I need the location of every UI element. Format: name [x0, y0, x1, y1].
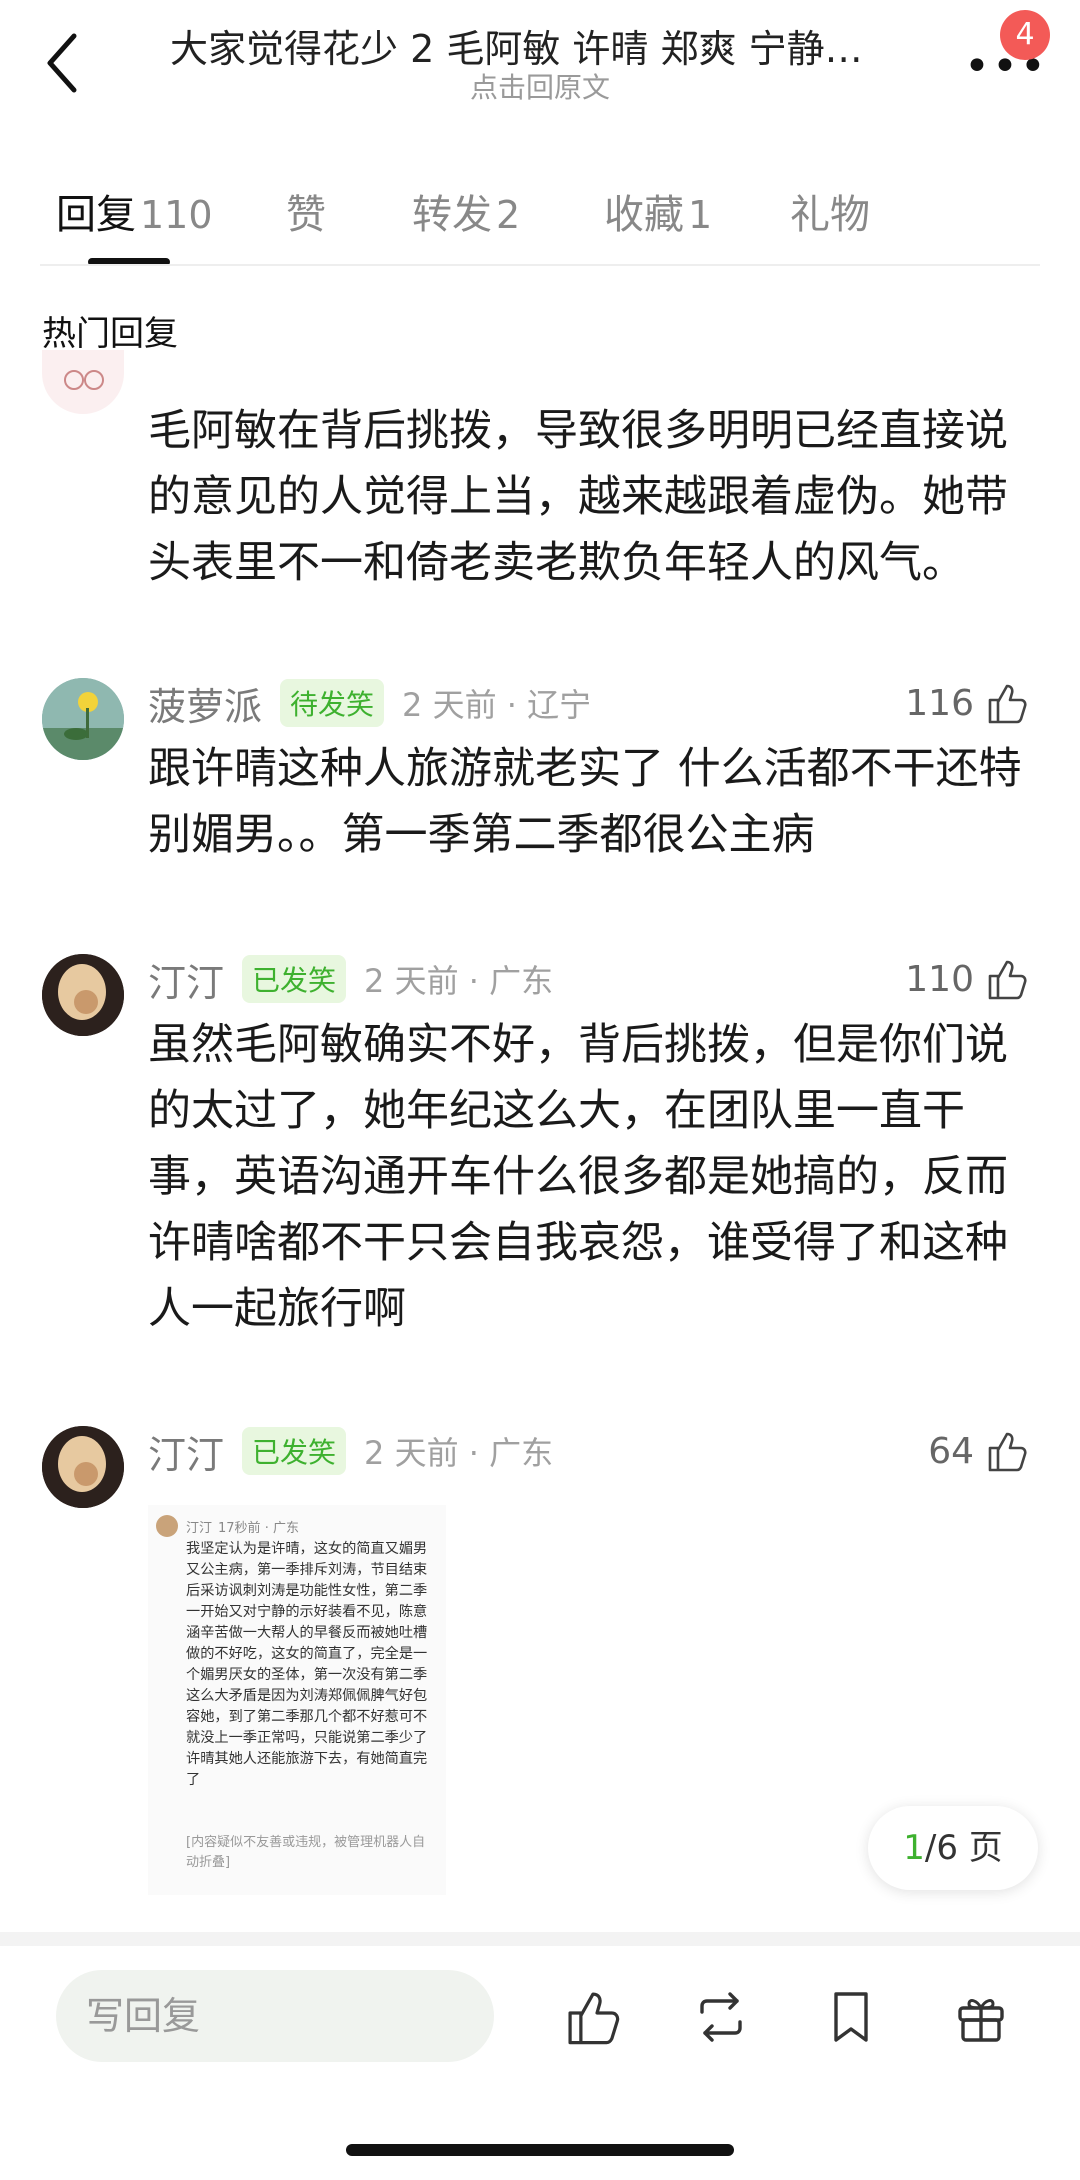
timestamp-location: 2 天前 · 辽宁 — [402, 686, 592, 724]
embed-username: 汀汀 — [186, 1520, 213, 1536]
total-pages: /6 页 — [924, 1828, 1003, 1868]
like-count: 116 — [905, 682, 974, 724]
avatar[interactable] — [42, 954, 124, 1036]
embed-header: 汀汀 17秒前 · 广东 — [156, 1515, 299, 1537]
thumbs-up-icon — [988, 684, 1027, 724]
user-tag-badge: 待发笑 — [280, 679, 385, 727]
current-page: 1 — [903, 1828, 925, 1868]
bottom-action-bar: 写回复 — [0, 1946, 1080, 2180]
tab-gifts[interactable]: 礼物 — [790, 182, 870, 240]
notification-badge: 4 — [1000, 10, 1050, 60]
tab-replies-label: 回复 — [56, 192, 136, 238]
timestamp-location: 2 天前 · 广东 — [364, 962, 554, 1000]
divider — [40, 264, 1040, 266]
like-button[interactable]: 110 — [905, 954, 1030, 1004]
embed-folded-note: [内容疑似不友善或违规，被管理机器人自动折叠] — [186, 1835, 426, 1870]
page-indicator[interactable]: 1/6 页 — [868, 1806, 1038, 1890]
tab-likes-label: 赞 — [286, 192, 326, 238]
reply-input[interactable]: 写回复 — [56, 1970, 494, 2062]
tab-reposts-label: 转发 — [412, 192, 492, 238]
comment-meta: 菠萝派 待发笑 2 天前 · 辽宁 — [148, 676, 592, 731]
embed-time: 17秒前 · 广东 — [218, 1520, 299, 1536]
embed-text: 我坚定认为是许晴，这女的简直又媚男又公主病，第一季排斥刘涛，节目结束后采访讽刺刘… — [186, 1541, 428, 1788]
gift-icon[interactable] — [950, 1986, 1012, 2048]
comment-text: 毛阿敏在背后挑拨，导致很多明明已经直接说的意见的人觉得上当，越来越跟着虚伪。她带… — [148, 406, 1008, 588]
tab-favorites[interactable]: 收藏 1 — [604, 182, 712, 240]
username[interactable]: 菠萝派 — [148, 676, 262, 731]
like-count: 110 — [905, 958, 974, 1000]
bookmark-icon[interactable] — [820, 1986, 882, 2048]
avatar[interactable] — [42, 1426, 124, 1508]
comment-image-screenshot[interactable]: 汀汀 17秒前 · 广东 我坚定认为是许晴，这女的简直又媚男又公主病，第一季排斥… — [148, 1505, 446, 1895]
comment-text: 虽然毛阿敏确实不好，背后挑拨，但是你们说的太过了，她年纪这么大，在团队里一直干事… — [148, 1020, 1008, 1334]
tab-favorites-count: 1 — [688, 193, 713, 237]
thumbs-up-icon — [988, 1432, 1027, 1472]
tab-favorites-label: 收藏 — [604, 192, 684, 238]
repost-icon[interactable] — [690, 1986, 752, 2048]
tab-bar: 回复 110 赞 转发 2 收藏 1 礼物 — [0, 170, 1080, 270]
section-title-hot-replies: 热门回复 — [42, 314, 178, 354]
username[interactable]: 汀汀 — [148, 952, 224, 1007]
comment-text: 跟许晴这种人旅游就老实了 什么活都不干还特别媚男。。第一季第二季都很公主病 — [148, 744, 1022, 860]
tab-reposts-count: 2 — [496, 193, 521, 237]
like-count: 64 — [928, 1430, 974, 1472]
user-tag-badge: 已发笑 — [242, 1427, 347, 1475]
embed-avatar — [156, 1515, 178, 1537]
tab-reposts[interactable]: 转发 2 — [412, 182, 520, 240]
top-bar: 大家觉得花少 2 毛阿敏 许晴 郑爽 宁静… 点击回原文 ••• 4 — [0, 0, 1080, 130]
back-to-original-link[interactable]: 点击回原文 — [0, 66, 1080, 106]
like-button[interactable]: 116 — [905, 678, 1030, 728]
like-button[interactable]: 64 — [928, 1426, 1030, 1476]
tab-likes[interactable]: 赞 — [286, 182, 326, 240]
timestamp-location: 2 天前 · 广东 — [364, 1434, 554, 1472]
avatar[interactable] — [42, 350, 124, 414]
user-tag-badge: 已发笑 — [242, 955, 347, 1003]
comment-meta: 汀汀 已发笑 2 天前 · 广东 — [148, 1424, 554, 1479]
tab-gifts-label: 礼物 — [790, 192, 870, 238]
username[interactable]: 汀汀 — [148, 1424, 224, 1479]
like-icon[interactable] — [562, 1986, 624, 2048]
tab-replies[interactable]: 回复 110 — [56, 182, 213, 240]
tab-replies-count: 110 — [140, 193, 213, 237]
avatar[interactable] — [42, 678, 124, 760]
thumbs-up-icon — [988, 960, 1027, 1000]
post-title[interactable]: 大家觉得花少 2 毛阿敏 许晴 郑爽 宁静… — [170, 18, 910, 73]
divider — [0, 1932, 1080, 1946]
home-indicator — [346, 2144, 734, 2156]
comment-meta: 汀汀 已发笑 2 天前 · 广东 — [148, 952, 554, 1007]
